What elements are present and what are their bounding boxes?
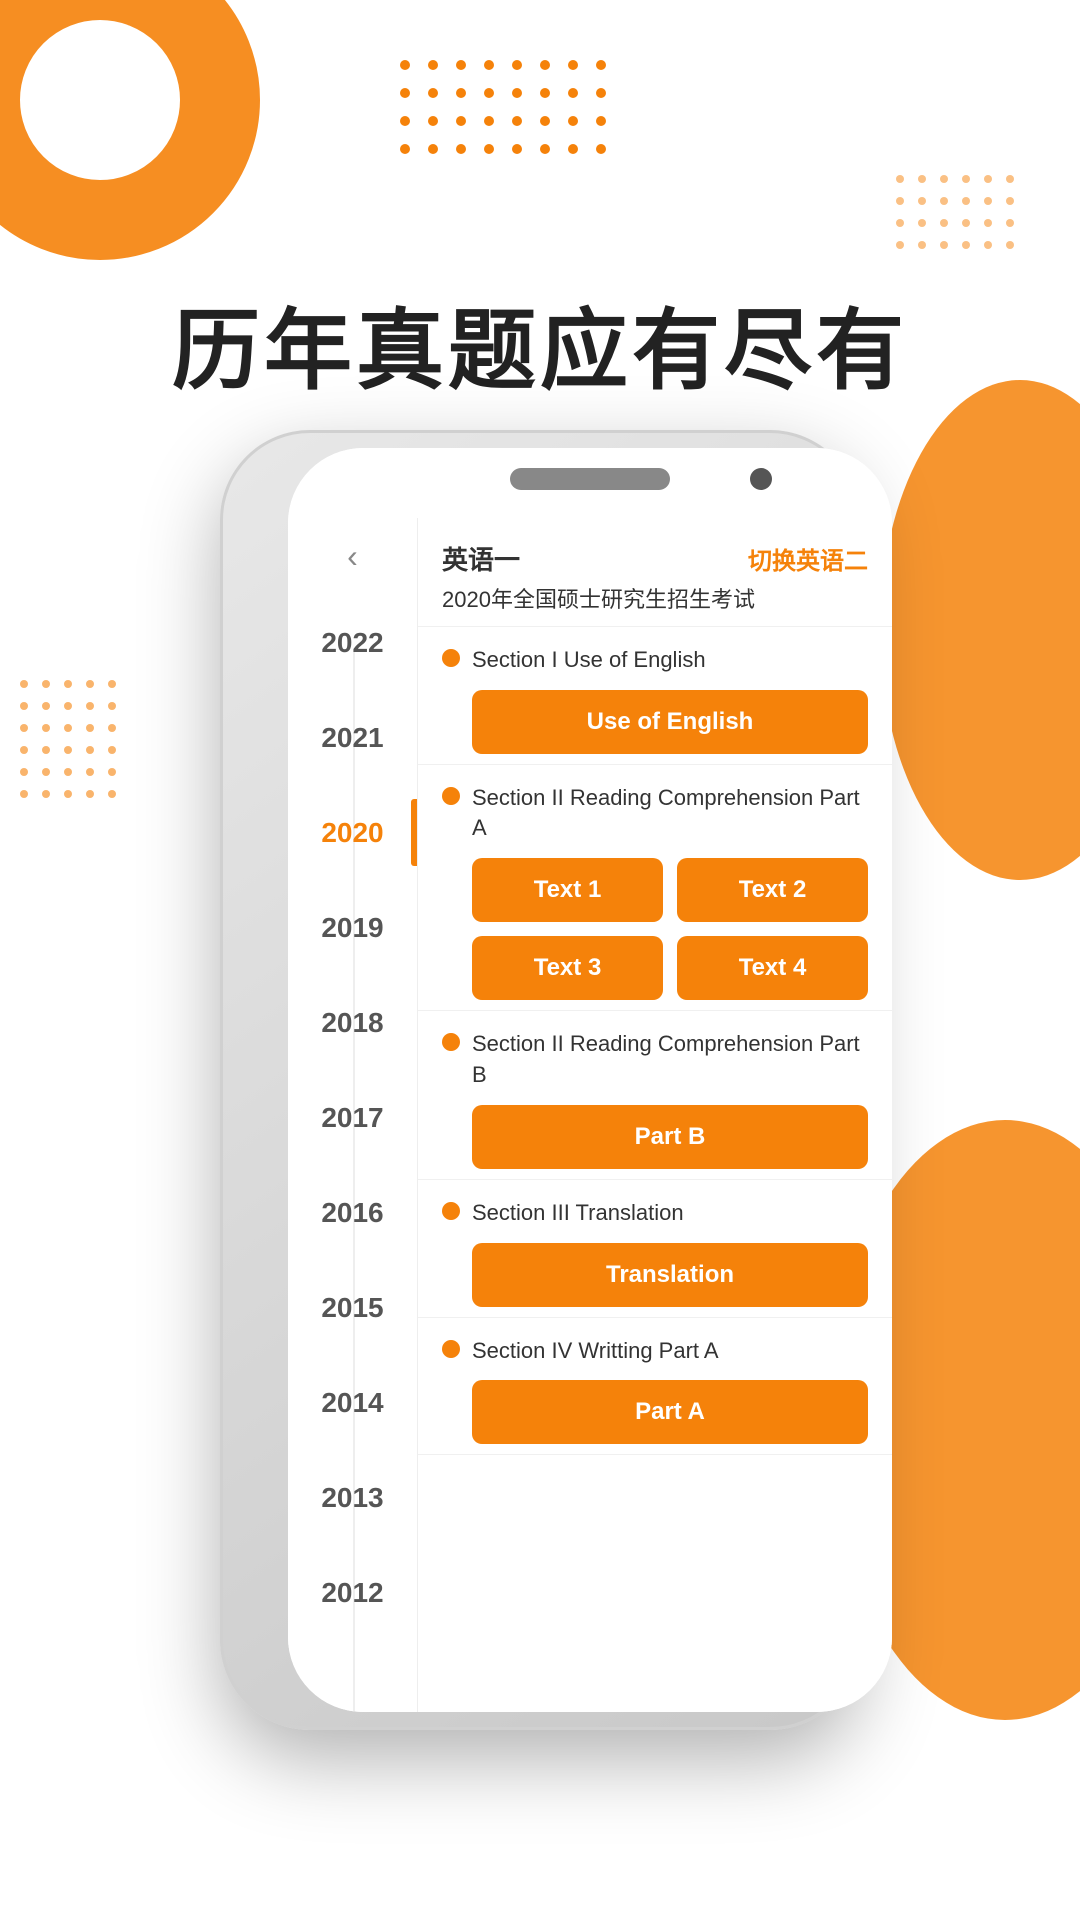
year-item-2020[interactable]: 2020: [288, 785, 417, 880]
section-header-1: Section II Reading Comprehension Part A: [442, 783, 868, 845]
section-block-1: Section II Reading Comprehension Part A T…: [418, 765, 892, 1012]
year-item-2013[interactable]: 2013: [288, 1450, 417, 1545]
year-item-2022[interactable]: 2022: [288, 595, 417, 690]
bg-dots-left-middle: [20, 680, 122, 804]
year-item-2012[interactable]: 2012: [288, 1545, 417, 1640]
phone-mockup: ‹ 20222021202020192018201720162015201420…: [170, 430, 910, 1870]
section-title-1: Section II Reading Comprehension Part A: [472, 783, 868, 845]
section-title-0: Section I Use of English: [472, 645, 706, 676]
section-block-3: Section III Translation Translation: [418, 1180, 892, 1318]
phone-speaker: [510, 468, 670, 490]
section-btn-1-3[interactable]: Text 4: [677, 936, 868, 1000]
section-dot-4: [442, 1340, 460, 1358]
panel-header-row: 英语一 切换英语二: [442, 540, 868, 577]
year-item-2015[interactable]: 2015: [288, 1260, 417, 1355]
btn-grid-4: Part A: [472, 1380, 868, 1444]
section-btn-0-0[interactable]: Use of English: [472, 690, 868, 754]
section-dot-1: [442, 787, 460, 805]
section-block-4: Section IV Writting Part A Part A: [418, 1318, 892, 1456]
section-dot-0: [442, 649, 460, 667]
year-item-2014[interactable]: 2014: [288, 1355, 417, 1450]
btn-grid-2: Part B: [472, 1105, 868, 1169]
btn-grid-0: Use of English: [472, 690, 868, 754]
section-header-3: Section III Translation: [442, 1198, 868, 1229]
year-item-2016[interactable]: 2016: [288, 1165, 417, 1260]
year-item-2019[interactable]: 2019: [288, 880, 417, 975]
year-sidebar: ‹ 20222021202020192018201720162015201420…: [288, 518, 418, 1712]
section-dot-2: [442, 1033, 460, 1051]
back-button[interactable]: ‹: [347, 538, 358, 575]
panel-header: 英语一 切换英语二 2020年全国硕士研究生招生考试: [418, 518, 892, 627]
section-btn-4-0[interactable]: Part A: [472, 1380, 868, 1444]
section-header-4: Section IV Writting Part A: [442, 1336, 868, 1367]
section-header-2: Section II Reading Comprehension Part B: [442, 1029, 868, 1091]
section-title-2: Section II Reading Comprehension Part B: [472, 1029, 868, 1091]
exam-title: 2020年全国硕士研究生招生考试: [442, 585, 868, 616]
sections-container: Section I Use of EnglishUse of EnglishSe…: [418, 627, 892, 1456]
section-dot-3: [442, 1202, 460, 1220]
phone-outer: ‹ 20222021202020192018201720162015201420…: [220, 430, 860, 1730]
bg-dots-top-right: [896, 175, 1020, 255]
phone-camera: [750, 468, 772, 490]
year-item-2017[interactable]: 2017: [288, 1070, 417, 1165]
phone-notch: [288, 448, 892, 518]
lang-switch-button[interactable]: 切换英语二: [748, 541, 868, 576]
year-list: 2022202120202019201820172016201520142013…: [288, 595, 417, 1640]
lang-label: 英语一: [442, 540, 520, 577]
app-content: ‹ 20222021202020192018201720162015201420…: [288, 518, 892, 1712]
section-btn-1-0[interactable]: Text 1: [472, 858, 663, 922]
section-title-4: Section IV Writting Part A: [472, 1336, 719, 1367]
hero-title: 历年真题应有尽有: [0, 280, 1080, 407]
bg-arc-right: [880, 380, 1080, 880]
section-block-0: Section I Use of English Use of English: [418, 627, 892, 765]
phone-inner: ‹ 20222021202020192018201720162015201420…: [288, 448, 892, 1712]
btn-grid-1: Text 1Text 2Text 3Text 4: [472, 858, 868, 1000]
section-title-3: Section III Translation: [472, 1198, 684, 1229]
btn-grid-3: Translation: [472, 1243, 868, 1307]
section-header-0: Section I Use of English: [442, 645, 868, 676]
main-panel: 英语一 切换英语二 2020年全国硕士研究生招生考试 Section I Use…: [418, 518, 892, 1712]
section-btn-1-2[interactable]: Text 3: [472, 936, 663, 1000]
section-btn-1-1[interactable]: Text 2: [677, 858, 868, 922]
bg-circle-top-left: [0, 0, 260, 260]
year-item-2018[interactable]: 2018: [288, 975, 417, 1070]
section-btn-3-0[interactable]: Translation: [472, 1243, 868, 1307]
bg-dots-top-center: [400, 60, 614, 162]
section-block-2: Section II Reading Comprehension Part B P…: [418, 1011, 892, 1180]
section-btn-2-0[interactable]: Part B: [472, 1105, 868, 1169]
year-item-2021[interactable]: 2021: [288, 690, 417, 785]
